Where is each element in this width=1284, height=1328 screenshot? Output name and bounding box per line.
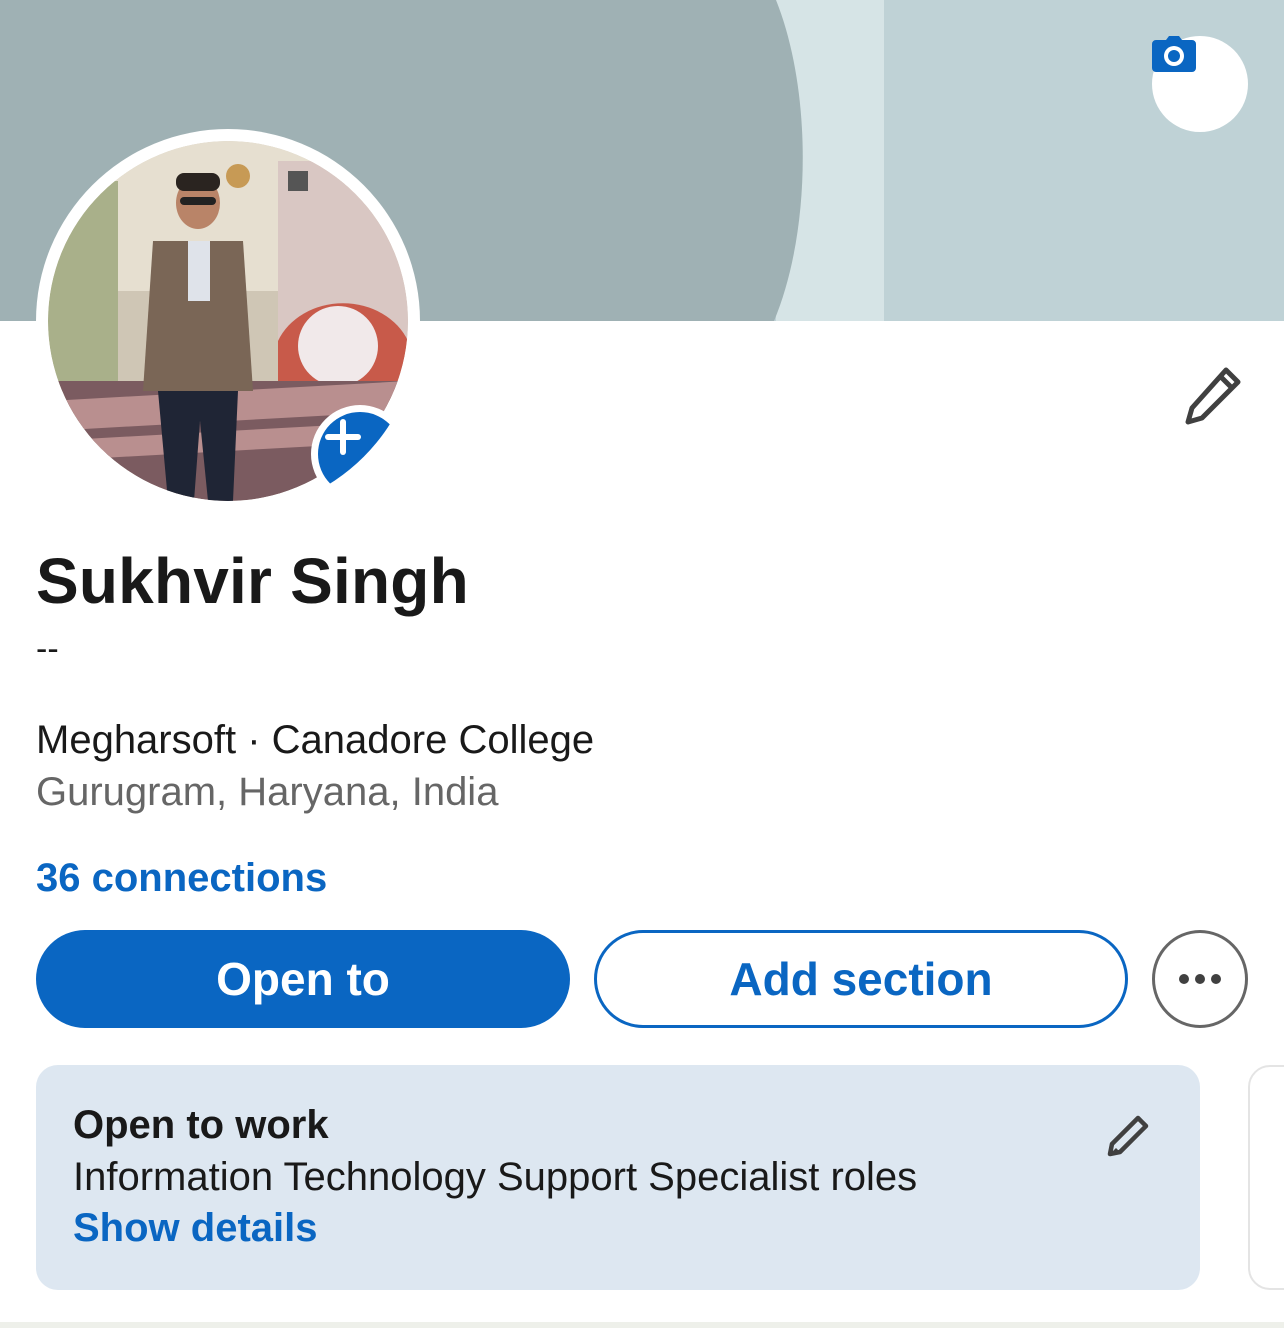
open-to-work-card[interactable]: Open to work Information Technology Supp… (36, 1065, 1200, 1290)
profile-photo[interactable] (36, 129, 420, 513)
plus-icon (325, 419, 361, 455)
open-to-work-description: Information Technology Support Specialis… (73, 1155, 918, 1199)
add-section-button[interactable]: Add section (594, 930, 1128, 1028)
edit-cover-button[interactable] (1152, 36, 1248, 132)
camera-icon (1152, 36, 1196, 72)
profile-headline: -- (36, 630, 59, 668)
profile-work-line: Megharsoft · Canadore College (36, 718, 595, 762)
show-details-link[interactable]: Show details (73, 1206, 318, 1251)
section-divider (0, 1322, 1284, 1328)
connections-link[interactable]: 36 connections (36, 856, 327, 901)
profile-location: Gurugram, Haryana, India (36, 770, 499, 814)
more-button[interactable] (1152, 930, 1248, 1028)
pencil-icon (1185, 367, 1241, 425)
next-card-peek[interactable] (1248, 1065, 1284, 1290)
open-to-work-title: Open to work (73, 1103, 329, 1147)
add-photo-button[interactable] (311, 405, 409, 503)
add-photo-button-inner (318, 412, 402, 496)
more-horizontal-icon (1179, 974, 1221, 984)
open-to-button[interactable]: Open to (36, 930, 570, 1028)
edit-open-to-work-button[interactable] (1098, 1109, 1158, 1163)
pencil-icon (1107, 1115, 1149, 1157)
edit-intro-button[interactable] (1172, 358, 1252, 434)
profile-name: Sukhvir Singh (36, 545, 469, 617)
